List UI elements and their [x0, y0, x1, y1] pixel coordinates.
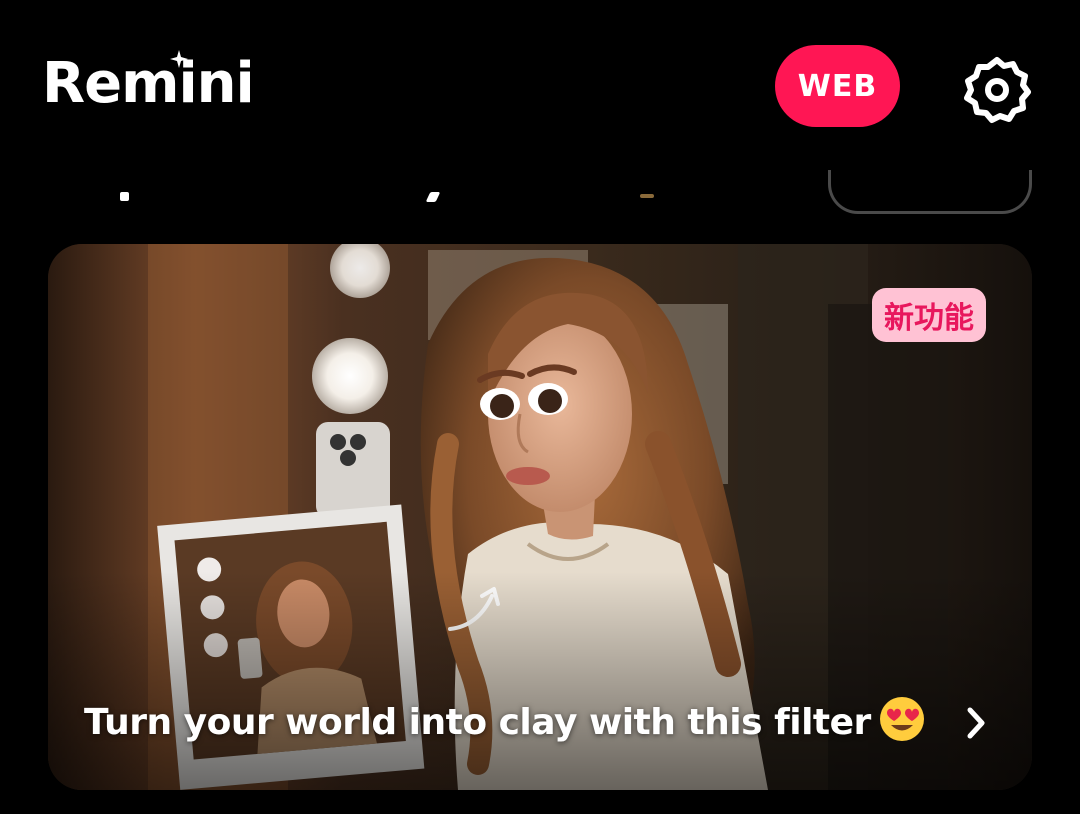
web-button-label: WEB	[797, 68, 878, 104]
sparkle-icon	[170, 50, 188, 68]
feature-caption-text: Turn your world into clay with this filt…	[84, 702, 871, 743]
app-name: Remini	[42, 51, 255, 116]
peek-fragment	[640, 194, 654, 198]
gear-icon[interactable]	[962, 54, 1032, 124]
scrolled-content-peek	[0, 170, 1080, 220]
clay-filter-feature-card[interactable]: 新功能 Turn your world into clay with this …	[48, 244, 1032, 790]
chevron-right-icon[interactable]	[962, 706, 990, 740]
new-feature-badge: 新功能	[872, 288, 986, 342]
feature-caption: Turn your world into clay with this filt…	[84, 696, 925, 743]
app-header: Remini WEB	[0, 0, 1080, 170]
heart-eyes-emoji-icon	[879, 697, 924, 741]
remini-logo: Remini	[42, 50, 255, 116]
web-button[interactable]: WEB	[775, 45, 900, 127]
peek-fragment	[425, 192, 441, 202]
peek-fragment	[120, 192, 129, 201]
peek-pill-button[interactable]	[828, 170, 1032, 214]
